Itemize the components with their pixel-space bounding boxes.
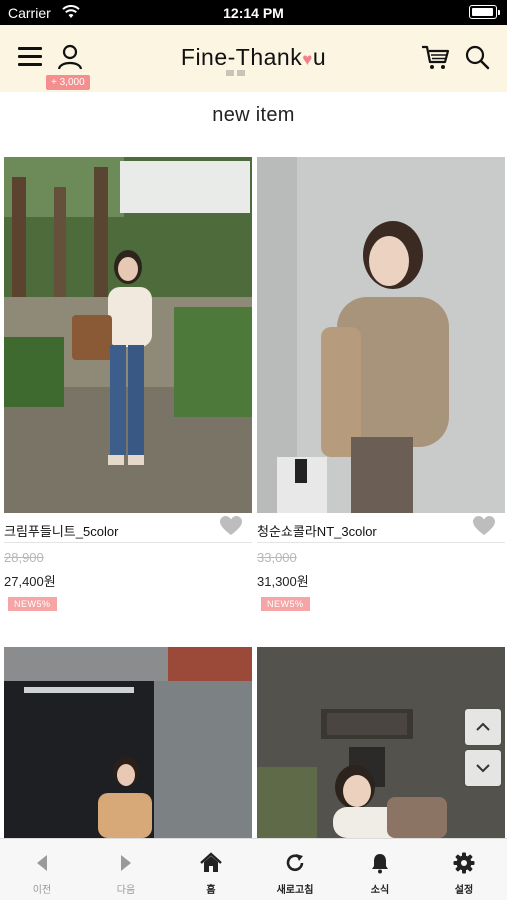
chevron-up-icon: [476, 722, 490, 731]
toolbar-label: 이전: [32, 885, 52, 896]
product-card[interactable]: [4, 647, 252, 838]
new-badge: NEW5%: [8, 597, 57, 611]
gear-icon: [453, 852, 475, 874]
logo-heart: ♥: [302, 50, 313, 69]
chevron-down-icon: [476, 764, 490, 773]
section-title: new item: [212, 104, 295, 126]
original-price: 28,900: [4, 550, 44, 565]
original-price: 33,000: [257, 550, 297, 565]
cart-icon[interactable]: [420, 42, 450, 72]
battery-icon: [469, 5, 500, 19]
toolbar-label: 소식: [370, 885, 390, 896]
divider: [4, 542, 252, 543]
toolbar-refresh[interactable]: 새로고침: [253, 839, 337, 900]
heart-icon[interactable]: [473, 516, 495, 536]
heart-icon[interactable]: [220, 516, 242, 536]
toolbar-label: 다음: [116, 885, 136, 896]
product-card[interactable]: 크림푸들니트_5color 28,900 27,400원 NEW5%: [4, 157, 252, 611]
toolbar-forward[interactable]: 다음: [84, 839, 168, 900]
banner-pagination: [226, 70, 286, 80]
app-header: + 3,000 Fine-Thank♥u: [0, 25, 507, 92]
scroll-down-button[interactable]: [465, 750, 501, 786]
back-arrow-icon: [37, 855, 47, 871]
new-badge: NEW5%: [261, 597, 310, 611]
logo-text-suffix: u: [312, 44, 327, 70]
divider: [257, 542, 505, 543]
product-image[interactable]: [4, 647, 252, 838]
toolbar-back[interactable]: 이전: [0, 839, 84, 900]
bottom-toolbar: 이전 다음 홈 새로고침 소식 설정: [0, 838, 507, 900]
search-icon[interactable]: [464, 44, 490, 70]
product-card[interactable]: 청순쇼콜라NT_3color 33,000 31,300원 NEW5%: [257, 157, 505, 611]
refresh-icon: [286, 854, 304, 872]
scroll-up-button[interactable]: [465, 709, 501, 745]
bell-icon: [372, 854, 388, 874]
product-name[interactable]: 청순쇼콜라NT_3color: [257, 521, 377, 540]
product-image[interactable]: [4, 157, 252, 513]
clock: 12:14 PM: [223, 5, 284, 21]
product-image[interactable]: [257, 157, 505, 513]
toolbar-label: 홈: [206, 885, 216, 896]
home-icon: [200, 852, 222, 872]
logo-text-prefix: Fine-Thank: [180, 44, 303, 70]
toolbar-news[interactable]: 소식: [338, 839, 422, 900]
sale-price: 27,400원: [4, 574, 56, 589]
toolbar-settings[interactable]: 설정: [422, 839, 506, 900]
toolbar-home[interactable]: 홈: [169, 839, 253, 900]
forward-arrow-icon: [121, 855, 131, 871]
sale-price: 31,300원: [257, 574, 309, 589]
toolbar-label: 새로고침: [276, 885, 314, 896]
status-bar: Carrier 12:14 PM: [0, 0, 507, 25]
product-name[interactable]: 크림푸들니트_5color: [4, 521, 118, 540]
points-badge: + 3,000: [46, 75, 90, 90]
toolbar-label: 설정: [454, 885, 474, 896]
